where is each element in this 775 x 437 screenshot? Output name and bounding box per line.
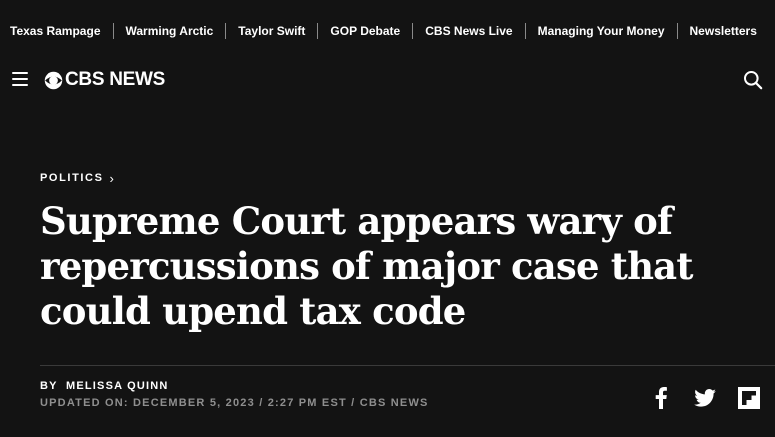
cbs-eye-icon	[44, 71, 63, 89]
trending-item-taylor-swift[interactable]: Taylor Swift	[225, 22, 317, 39]
chevron-right-icon: ›	[109, 171, 114, 186]
trending-item-gop-debate[interactable]: GOP Debate	[317, 22, 412, 39]
divider	[40, 365, 775, 366]
trending-item-warming-arctic[interactable]: Warming Arctic	[112, 22, 226, 39]
logo-text: CBS NEWS	[65, 69, 165, 90]
article-headline: Supreme Court appears wary of repercussi…	[40, 199, 693, 333]
byline-prefix: BY	[40, 380, 58, 392]
hamburger-icon[interactable]	[12, 72, 28, 86]
category-label: POLITICS	[40, 171, 104, 184]
byline: BY MELISSA QUINN	[40, 380, 169, 392]
trending-item-texas-rampage[interactable]: Texas Rampage	[10, 23, 113, 39]
cbs-news-logo[interactable]: CBS NEWS	[44, 69, 165, 91]
search-icon[interactable]	[743, 70, 763, 90]
flipboard-icon[interactable]	[737, 386, 761, 410]
page: Texas Rampage Warming Arctic Taylor Swif…	[0, 0, 775, 437]
trending-item-newsletters[interactable]: Newsletters	[676, 22, 769, 39]
twitter-icon[interactable]	[693, 386, 717, 410]
updated-timestamp: UPDATED ON: DECEMBER 5, 2023 / 2:27 PM E…	[40, 397, 429, 409]
author-link[interactable]: MELISSA QUINN	[66, 380, 169, 392]
trending-item-cbs-news-live[interactable]: CBS News Live	[412, 22, 524, 39]
social-share	[649, 386, 761, 410]
trending-nav: Texas Rampage Warming Arctic Taylor Swif…	[0, 0, 775, 61]
trending-item-managing-your-money[interactable]: Managing Your Money	[524, 22, 677, 39]
category-link[interactable]: POLITICS ›	[40, 171, 114, 186]
site-header: CBS NEWS	[0, 61, 775, 99]
facebook-icon[interactable]	[649, 386, 673, 410]
